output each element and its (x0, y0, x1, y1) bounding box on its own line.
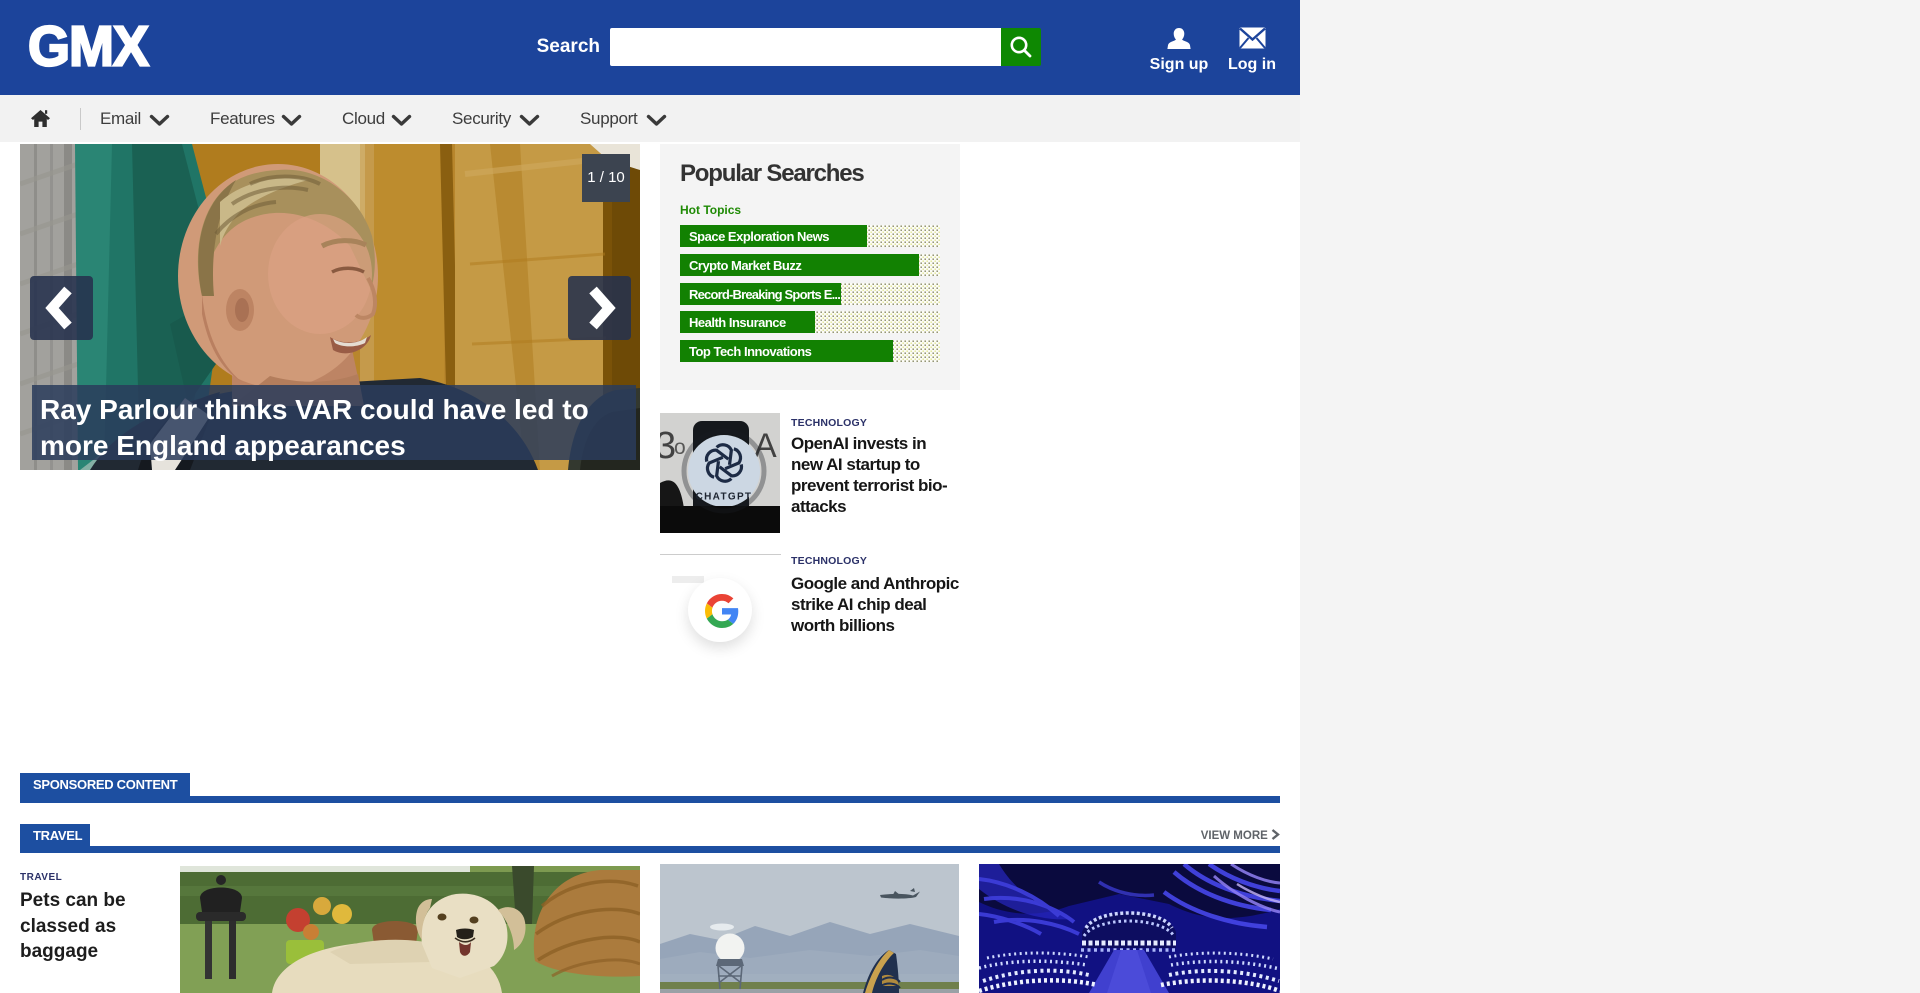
svg-text:CHATGPT: CHATGPT (696, 492, 753, 503)
svg-text:o: o (674, 436, 686, 459)
